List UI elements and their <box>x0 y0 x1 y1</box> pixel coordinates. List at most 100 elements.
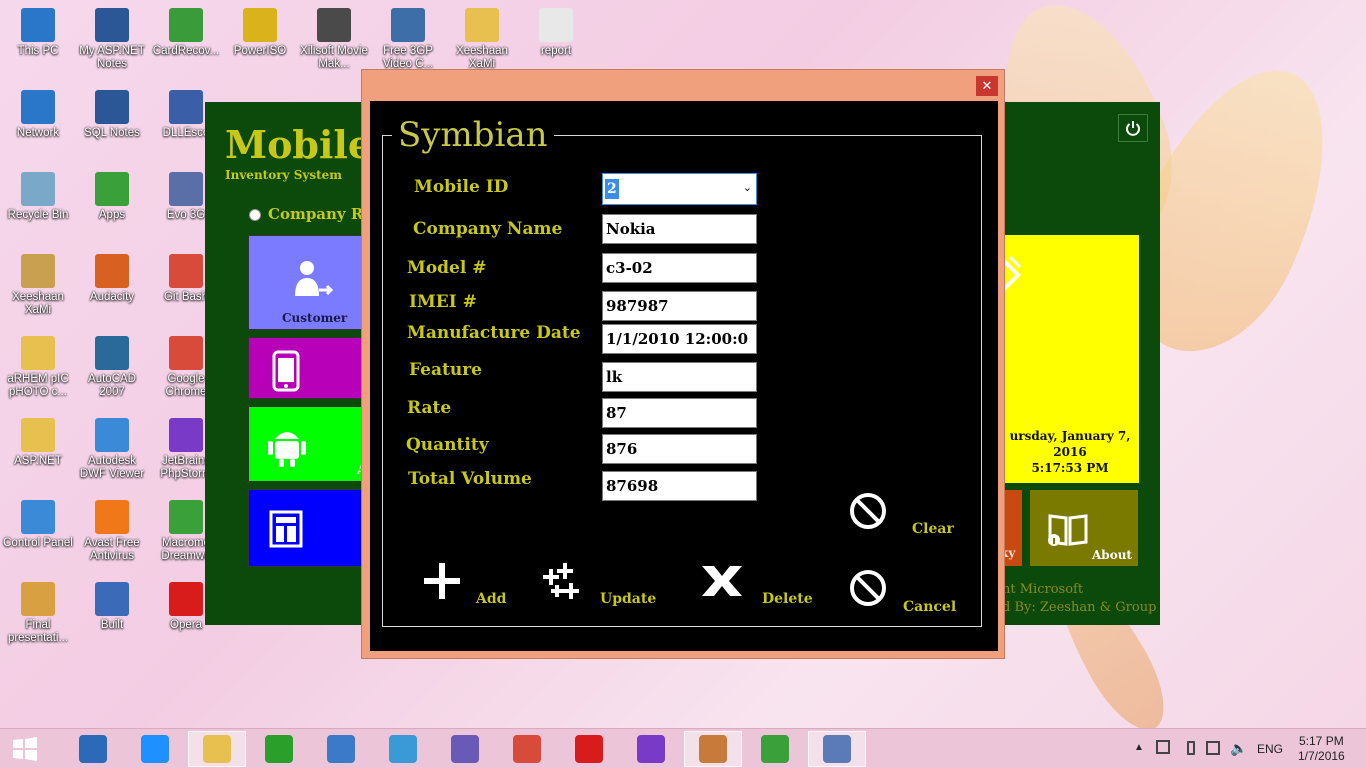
desktop-icon[interactable]: Recycle Bin <box>0 172 76 222</box>
taskbar-app-spiral-app[interactable] <box>374 731 432 767</box>
taskbar-app-file-explorer[interactable] <box>188 731 246 767</box>
desktop-icon-label: Avast Free Antivirus <box>84 537 140 562</box>
rate-field[interactable]: 87 <box>602 398 757 428</box>
taskbar-app-hexagon-app[interactable] <box>436 731 494 767</box>
desktop-icon[interactable]: My ASP.NET Notes <box>74 8 150 71</box>
desktop-icon[interactable]: Autodesk DWF Viewer <box>74 418 150 481</box>
desktop-icon[interactable]: Xilisoft Movie Mak... <box>296 8 372 71</box>
customer-tile[interactable]: Customer <box>248 235 363 330</box>
app-subtitle: Inventory System <box>225 168 342 182</box>
desktop-icon[interactable]: report <box>518 8 594 58</box>
close-button[interactable]: ✕ <box>976 76 998 96</box>
desktop-icon[interactable]: Built <box>74 582 150 632</box>
no-symbol-icon <box>850 493 886 529</box>
total-volume-field[interactable]: 87698 <box>602 471 757 501</box>
paint-icon <box>699 735 727 763</box>
report-tile[interactable] <box>248 489 363 567</box>
desktop-icon[interactable]: aRHEM pIC pHOTO c... <box>0 336 76 399</box>
desktop-icon[interactable]: PowerISO <box>222 8 298 58</box>
tray-overflow-icon[interactable]: ▲ <box>1134 742 1144 753</box>
presentation-icon <box>21 582 55 616</box>
about-tile[interactable]: About <box>1030 490 1138 566</box>
taskbar-app-intel-graphics[interactable] <box>64 731 122 767</box>
desktop-icon[interactable]: CardRecov... <box>148 8 224 58</box>
network-icon <box>21 90 55 124</box>
taskbar-app-internet-explorer[interactable] <box>126 731 184 767</box>
start-button[interactable] <box>0 731 50 767</box>
dialog-body: Symbian Mobile ID Company Name Model # I… <box>370 101 998 651</box>
taskbar-app-store[interactable] <box>250 731 308 767</box>
quantity-label: Quantity <box>406 435 489 455</box>
hexagon-app-icon <box>451 735 479 763</box>
taskbar-time: 5:17 PM <box>1299 734 1344 748</box>
taskbar-date: 1/7/2016 <box>1298 749 1345 763</box>
model-field[interactable]: c3-02 <box>602 253 757 283</box>
desktop-icon[interactable]: Control Panel <box>0 500 76 550</box>
android-icon <box>268 432 306 467</box>
folder-icon <box>21 418 55 452</box>
about-tile-label: About <box>1092 548 1132 562</box>
battery-icon[interactable] <box>1187 741 1195 755</box>
network-tray-icon[interactable] <box>1206 741 1220 755</box>
desktop-icon[interactable]: AutoCAD 2007 <box>74 336 150 399</box>
desktop-icon[interactable]: Xeeshaan XaMi <box>444 8 520 71</box>
quantity-field[interactable]: 876 <box>602 434 757 464</box>
shortcut-app-icon <box>169 90 203 124</box>
form-icon <box>269 510 303 548</box>
clear-button[interactable]: Clear <box>848 491 958 541</box>
phpstorm-icon <box>169 418 203 452</box>
company-records-radio[interactable] <box>249 209 261 221</box>
taskbar-app-paint[interactable] <box>684 731 742 767</box>
desktop-icon[interactable]: Network <box>0 90 76 140</box>
mobile-tile[interactable] <box>248 337 363 399</box>
internet-explorer-icon <box>141 735 169 763</box>
customer-tile-label: Customer <box>282 311 348 325</box>
shortcut-app-icon <box>169 172 203 206</box>
delete-button[interactable]: Delete <box>700 561 820 611</box>
language-indicator[interactable]: ENG <box>1257 742 1283 756</box>
feature-label: Feature <box>409 360 482 380</box>
desktop-icon[interactable]: This PC <box>0 8 76 58</box>
desktop-icon[interactable]: Avast Free Antivirus <box>74 500 150 563</box>
mobile-id-select[interactable]: 2 ⌄ <box>602 173 757 205</box>
model-label: Model # <box>407 258 487 278</box>
desktop-icon[interactable]: Final presentati... <box>0 582 76 645</box>
power-button[interactable] <box>1118 114 1148 142</box>
taskbar-app-control-panel[interactable] <box>312 731 370 767</box>
desktop-icon[interactable]: SQL Notes <box>74 90 150 140</box>
desktop-icon[interactable]: Xeeshaan XaMi <box>0 254 76 317</box>
recycle-bin-icon <box>21 172 55 206</box>
desktop-icon[interactable]: ASP.NET <box>0 418 76 468</box>
computer-icon <box>21 8 55 42</box>
desktop-icon-label: Network <box>16 127 60 139</box>
feature-field[interactable]: lk <box>602 362 757 392</box>
taskbar: ▲ 🔈 ENG 5:17 PM 1/7/2016 <box>0 728 1366 768</box>
flag-icon[interactable] <box>1156 740 1170 754</box>
taskbar-app-chrome[interactable] <box>498 731 556 767</box>
footer-line-2: d By: Zeeshan & Group <box>1002 600 1157 615</box>
x-delete-icon <box>702 566 742 596</box>
imei-field[interactable]: 987987 <box>602 291 757 321</box>
manufacture-date-field[interactable]: 1/1/2010 12:00:0 <box>602 324 757 354</box>
android-tile[interactable]: A <box>248 406 366 482</box>
volume-muted-icon[interactable]: 🔈 <box>1230 740 1247 757</box>
desktop-icon-label: Autodesk DWF Viewer <box>79 455 145 480</box>
chrome-icon <box>513 735 541 763</box>
taskbar-app-bluestacks[interactable] <box>746 731 804 767</box>
taskbar-app-opera[interactable] <box>560 731 618 767</box>
desktop-icon-label: Xilisoft Movie Mak... <box>300 45 368 70</box>
taskbar-app-window-app[interactable] <box>808 731 866 767</box>
footer-line-1: nt Microsoft <box>1002 582 1084 597</box>
desktop-icon[interactable]: Apps <box>74 172 150 222</box>
company-name-field[interactable]: Nokia <box>602 214 757 244</box>
update-button[interactable]: Update <box>540 561 660 611</box>
desktop-icon[interactable]: Audacity <box>74 254 150 304</box>
desktop-icon[interactable]: Free 3GP Video C... <box>370 8 446 71</box>
taskbar-app-visual-studio[interactable] <box>622 731 680 767</box>
taskbar-clock[interactable]: 5:17 PM 1/7/2016 <box>1298 734 1345 764</box>
desktop-icon-label: Audacity <box>89 291 135 303</box>
add-button[interactable]: Add <box>422 561 512 611</box>
cancel-button[interactable]: Cancel <box>848 568 958 618</box>
spiral-app-icon <box>389 735 417 763</box>
store-icon <box>265 735 293 763</box>
